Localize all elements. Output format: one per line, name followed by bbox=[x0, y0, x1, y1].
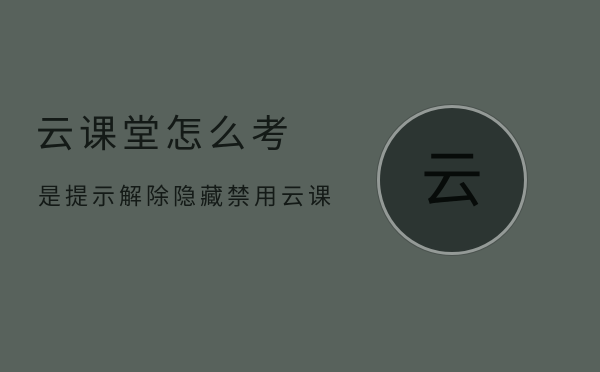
banner-card: 云课堂怎么考 是提示解除隐藏禁用云课 云 bbox=[0, 0, 600, 372]
seal-badge: 云 bbox=[377, 105, 527, 255]
seal-character: 云 bbox=[420, 143, 483, 216]
banner-title: 云课堂怎么考 bbox=[36, 112, 295, 156]
banner-subtitle: 是提示解除隐藏禁用云课 bbox=[38, 184, 335, 210]
